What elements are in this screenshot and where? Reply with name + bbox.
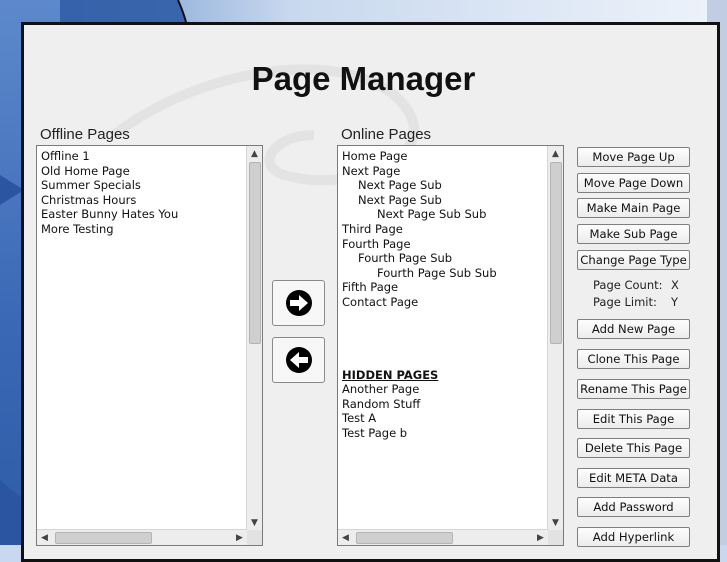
offline-list-items: Offline 1 Old Home Page Summer Specials Chr… <box>41 149 178 237</box>
change-page-type-button[interactable]: Change Page Type <box>577 250 690 270</box>
online-vertical-scrollbar[interactable]: ▲ ▼ <box>547 146 563 530</box>
list-item[interactable]: More Testing <box>41 222 178 237</box>
list-item[interactable]: Third Page <box>342 222 497 237</box>
list-item[interactable]: Summer Specials <box>41 178 178 193</box>
scroll-thumb[interactable] <box>356 532 453 544</box>
online-list-items: Home Page Next Page Next Page Sub Next Page… <box>342 149 497 441</box>
list-item[interactable]: Offline 1 <box>41 149 178 164</box>
offline-pages-list[interactable]: Offline 1 Old Home Page Summer Specials Chr… <box>36 145 263 546</box>
list-item[interactable]: Next Page Sub <box>342 178 497 193</box>
scroll-left-icon[interactable]: ◀ <box>339 531 352 544</box>
list-item[interactable]: Home Page <box>342 149 497 164</box>
list-item[interactable]: Next Page Sub Sub <box>342 207 497 222</box>
scroll-down-icon[interactable]: ▼ <box>549 516 562 529</box>
scroll-up-icon[interactable]: ▲ <box>248 147 261 160</box>
page-count-label: Page Count: <box>593 278 663 292</box>
list-item[interactable]: Fourth Page <box>342 237 497 252</box>
edit-page-button[interactable]: Edit This Page <box>577 409 690 429</box>
add-password-button[interactable]: Add Password <box>577 497 690 517</box>
list-item[interactable]: Test A <box>342 411 497 426</box>
arrow-left-icon <box>285 347 312 373</box>
offline-pages-label: Offline Pages <box>40 126 130 143</box>
page-limit-label: Page Limit: <box>593 295 657 309</box>
scroll-thumb[interactable] <box>55 532 152 544</box>
clone-page-button[interactable]: Clone This Page <box>577 349 690 369</box>
arrow-right-icon <box>285 290 312 316</box>
rename-page-button[interactable]: Rename This Page <box>577 379 690 399</box>
list-item[interactable]: Random Stuff <box>342 397 497 412</box>
make-sub-page-button[interactable]: Make Sub Page <box>577 224 690 244</box>
scroll-right-icon[interactable]: ▶ <box>534 531 547 544</box>
edit-meta-data-button[interactable]: Edit META Data <box>577 468 690 488</box>
add-new-page-button[interactable]: Add New Page <box>577 319 690 339</box>
list-item[interactable]: Test Page b <box>342 426 497 441</box>
add-hyperlink-button[interactable]: Add Hyperlink <box>577 527 690 547</box>
offline-horizontal-scrollbar[interactable]: ◀ ▶ <box>37 529 247 545</box>
background-top <box>0 0 727 24</box>
page-count-value: X <box>671 278 679 292</box>
online-horizontal-scrollbar[interactable]: ◀ ▶ <box>338 529 548 545</box>
scrollbar-corner <box>247 530 262 545</box>
online-pages-list[interactable]: Home Page Next Page Next Page Sub Next Page… <box>337 145 564 546</box>
make-main-page-button[interactable]: Make Main Page <box>577 198 690 218</box>
list-item[interactable]: Fourth Page Sub Sub <box>342 266 497 281</box>
delete-page-button[interactable]: Delete This Page <box>577 438 690 458</box>
list-item[interactable]: Another Page <box>342 382 497 397</box>
move-to-online-button[interactable] <box>272 280 325 326</box>
scroll-down-icon[interactable]: ▼ <box>248 516 261 529</box>
list-item[interactable]: Fourth Page Sub <box>342 251 497 266</box>
list-item[interactable]: Christmas Hours <box>41 193 178 208</box>
list-item[interactable]: Easter Bunny Hates You <box>41 207 178 222</box>
scroll-left-icon[interactable]: ◀ <box>38 531 51 544</box>
page-limit-value: Y <box>671 295 679 309</box>
scroll-right-icon[interactable]: ▶ <box>233 531 246 544</box>
online-pages-label: Online Pages <box>341 126 432 143</box>
scroll-thumb[interactable] <box>550 162 562 344</box>
page-title: Page Manager <box>251 60 476 97</box>
hidden-pages-header: HIDDEN PAGES <box>342 367 439 382</box>
move-page-down-button[interactable]: Move Page Down <box>577 173 690 193</box>
scrollbar-corner <box>548 530 563 545</box>
scroll-up-icon[interactable]: ▲ <box>549 147 562 160</box>
list-item[interactable]: Next Page <box>342 164 497 179</box>
move-page-up-button[interactable]: Move Page Up <box>577 147 690 167</box>
list-item[interactable]: Next Page Sub <box>342 193 497 208</box>
list-item[interactable]: Old Home Page <box>41 164 178 179</box>
list-item[interactable]: Contact Page <box>342 295 497 310</box>
move-to-offline-button[interactable] <box>272 337 325 383</box>
offline-vertical-scrollbar[interactable]: ▲ ▼ <box>246 146 262 530</box>
list-item[interactable]: Fifth Page <box>342 280 497 295</box>
scroll-thumb[interactable] <box>249 162 261 344</box>
